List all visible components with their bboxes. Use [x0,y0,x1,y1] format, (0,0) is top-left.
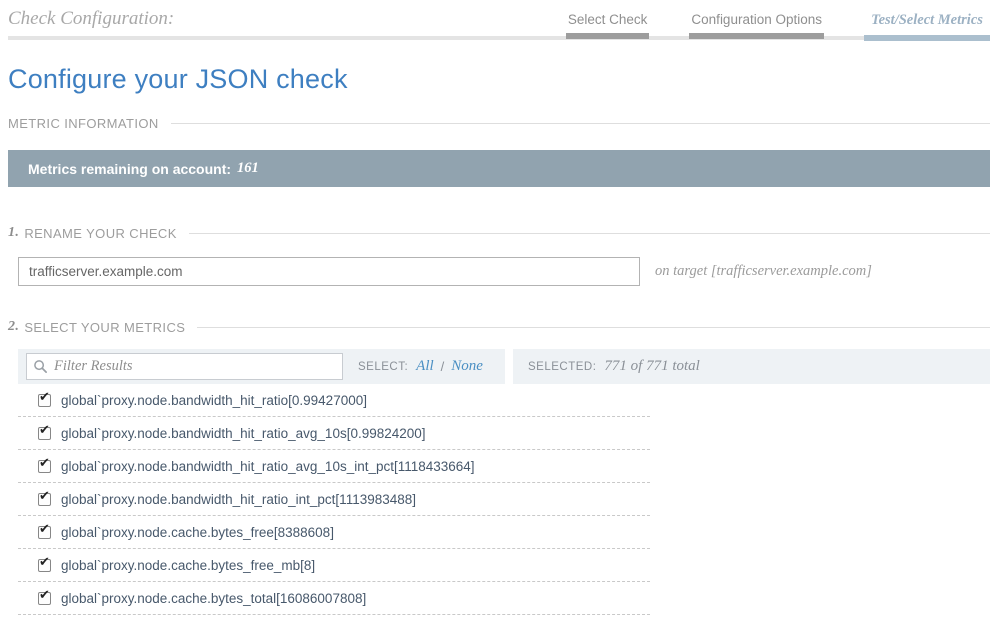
section-rule [197,327,990,328]
wizard-tabs: Select Check Configuration Options Test/… [566,12,990,36]
rename-row: on target [trafficserver.example.com] [8,257,990,286]
metric-row: ✔ global`proxy.node.bandwidth_hit_ratio_… [18,483,650,516]
metric-name: global`proxy.node.cache.bytes_total[1608… [61,591,366,606]
metric-list: ✔ global`proxy.node.bandwidth_hit_ratio[… [18,384,650,622]
tab-underline [864,35,990,41]
checkmark-icon: ✔ [39,457,50,470]
checkmark-icon: ✔ [39,424,50,437]
filter-select-bar: SELECT: All / None [18,349,505,384]
select-all-link[interactable]: All [416,358,434,375]
metric-name: global`proxy.node.cache.bytes_free[83886… [61,525,334,540]
metric-name: global`proxy.node.cache.bytes_free_mb[8] [61,558,315,573]
section-select-metrics: 2. SELECT YOUR METRICS [8,319,990,335]
checkmark-icon: ✔ [39,391,50,404]
page-title: Check Configuration: [8,8,174,36]
tab-select-check[interactable]: Select Check [566,12,650,36]
metric-row: ✔ global`proxy.node.cache.bytes_total_mb… [18,615,650,622]
metric-checkbox[interactable]: ✔ [38,592,51,605]
select-none-link[interactable]: None [451,358,483,375]
check-name-input[interactable] [18,257,640,286]
checkmark-icon: ✔ [39,523,50,536]
section-rule [189,233,990,234]
metric-name: global`proxy.node.bandwidth_hit_ratio[0.… [61,393,367,408]
section-rule [171,123,990,124]
metric-checkbox[interactable]: ✔ [38,394,51,407]
metric-name: global`proxy.node.bandwidth_hit_ratio_av… [61,459,475,474]
section-label: SELECT YOUR METRICS [24,320,185,335]
top-header: Check Configuration: Select Check Config… [8,0,990,40]
metric-checkbox[interactable]: ✔ [38,526,51,539]
selected-label: SELECTED: [528,361,596,373]
checkmark-icon: ✔ [39,556,50,569]
selected-count: 771 of 771 total [604,358,699,375]
select-separator: / [441,359,445,374]
section-number: 2. [8,319,19,335]
target-note: on target [trafficserver.example.com] [655,263,872,280]
metric-row: ✔ global`proxy.node.cache.bytes_free[838… [18,516,650,549]
tab-label: Test/Select Metrics [864,12,990,35]
metric-checkbox[interactable]: ✔ [38,493,51,506]
checkmark-icon: ✔ [39,589,50,602]
tab-test-select-metrics[interactable]: Test/Select Metrics [864,12,990,36]
check-configuration-page: Check Configuration: Select Check Config… [0,0,999,622]
metrics-remaining-value: 161 [237,160,259,177]
metric-row: ✔ global`proxy.node.bandwidth_hit_ratio[… [18,384,650,417]
metric-row: ✔ global`proxy.node.cache.bytes_total[16… [18,582,650,615]
metric-row: ✔ global`proxy.node.cache.bytes_free_mb[… [18,549,650,582]
checkmark-icon: ✔ [39,490,50,503]
page-heading: Configure your JSON check [8,64,990,95]
metric-name: global`proxy.node.bandwidth_hit_ratio_av… [61,426,426,441]
tab-underline [566,33,650,39]
select-label: SELECT: [358,361,408,373]
metric-name: global`proxy.node.bandwidth_hit_ratio_in… [61,492,416,507]
metric-checkbox[interactable]: ✔ [38,559,51,572]
metric-row: ✔ global`proxy.node.bandwidth_hit_ratio_… [18,417,650,450]
filter-box [26,353,343,380]
metrics-remaining-label: Metrics remaining on account: [28,161,231,177]
tab-configuration-options[interactable]: Configuration Options [689,12,824,36]
metric-checkbox[interactable]: ✔ [38,427,51,440]
metrics-toolbar: SELECT: All / None SELECTED: 771 of 771 … [8,349,990,384]
section-number: 1. [8,225,19,241]
search-icon [33,359,48,374]
section-rename-check: 1. RENAME YOUR CHECK [8,225,990,241]
metric-row: ✔ global`proxy.node.bandwidth_hit_ratio_… [18,450,650,483]
tab-underline [689,33,824,39]
tab-label: Configuration Options [689,12,824,33]
section-metric-information: METRIC INFORMATION [8,116,990,131]
metric-checkbox[interactable]: ✔ [38,460,51,473]
selected-count-bar: SELECTED: 771 of 771 total [513,349,990,384]
metrics-remaining-bar: Metrics remaining on account: 161 [8,150,990,187]
filter-input[interactable] [54,358,336,375]
section-label: RENAME YOUR CHECK [24,226,176,241]
tab-label: Select Check [566,12,650,33]
section-label: METRIC INFORMATION [8,116,159,131]
